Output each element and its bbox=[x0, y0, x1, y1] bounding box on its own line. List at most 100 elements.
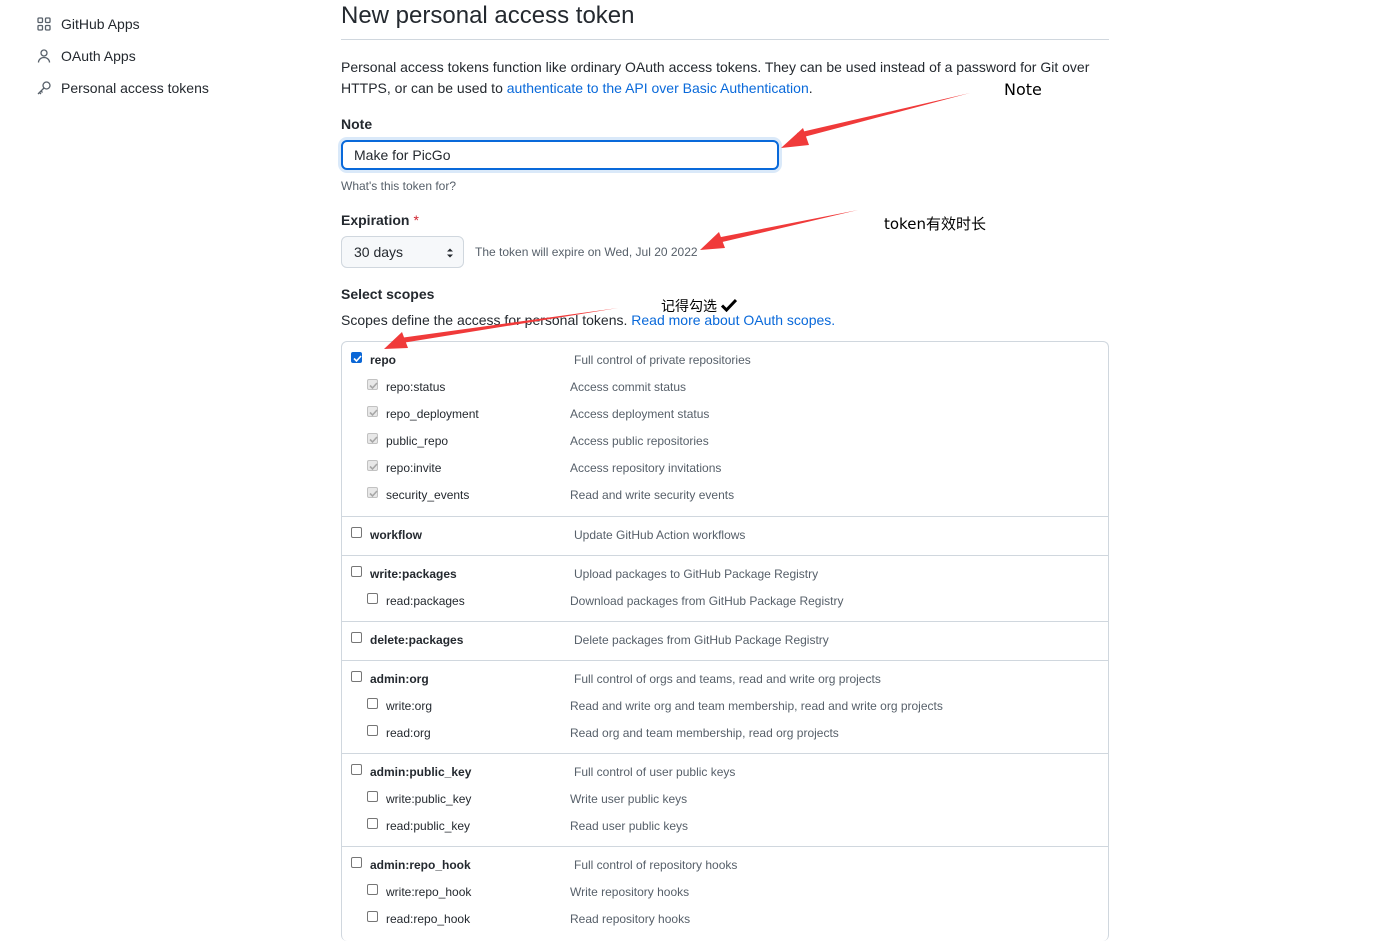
scope-sub-name: write:repo_hook bbox=[386, 885, 472, 899]
scope-row: workflow Update GitHub Action workflows bbox=[342, 527, 1108, 554]
scope-group-admin-repo-hook: admin:repo_hook Full control of repositor… bbox=[342, 846, 1108, 940]
scope-group-admin-org: admin:org Full control of orgs and teams,… bbox=[342, 660, 1108, 754]
arrow-to-expiration bbox=[700, 210, 858, 250]
scope-group-delete-packages: delete:packages Delete packages from GitH… bbox=[342, 621, 1108, 661]
expiration-label: Expiration * bbox=[341, 212, 419, 228]
page-title: New personal access token bbox=[341, 0, 1109, 40]
arrow-to-note bbox=[781, 93, 970, 148]
scope-sub-checkbox[interactable] bbox=[367, 884, 378, 895]
scope-description: Read org and team membership, read org p… bbox=[570, 726, 839, 740]
sidebar-item-github-apps[interactable]: GitHub Apps bbox=[36, 8, 296, 40]
scope-description: Access deployment status bbox=[570, 407, 710, 421]
key-icon bbox=[36, 80, 52, 96]
scope-sub-row: public_repo Access public repositories bbox=[342, 433, 1108, 460]
scope-checkbox[interactable] bbox=[351, 566, 362, 577]
scope-sub-row: security_events Read and write security e… bbox=[342, 487, 1108, 514]
scope-name: admin:repo_hook bbox=[370, 858, 471, 872]
scope-sub-row: write:repo_hook Write repository hooks bbox=[342, 884, 1108, 911]
scope-sub-row: repo_deployment Access deployment status bbox=[342, 406, 1108, 433]
scope-name: write:packages bbox=[370, 567, 457, 581]
scope-sub-row: read:packages Download packages from GitH… bbox=[342, 593, 1108, 620]
scope-sub-name: read:org bbox=[386, 726, 431, 740]
scope-sub-checkbox bbox=[367, 433, 378, 444]
scope-description: Delete packages from GitHub Package Regi… bbox=[574, 633, 829, 647]
scope-group-write-packages: write:packages Upload packages to GitHub … bbox=[342, 555, 1108, 622]
scope-sub-name: read:repo_hook bbox=[386, 912, 471, 926]
sidebar-item-label: GitHub Apps bbox=[61, 16, 140, 32]
scope-description: Full control of repository hooks bbox=[574, 858, 738, 872]
annotation-note: Note bbox=[1004, 80, 1042, 99]
scope-sub-checkbox bbox=[367, 406, 378, 417]
scope-description: Access repository invitations bbox=[570, 461, 722, 475]
scope-sub-checkbox bbox=[367, 487, 378, 498]
scope-sub-row: read:public_key Read user public keys bbox=[342, 818, 1108, 845]
scope-description: Upload packages to GitHub Package Regist… bbox=[574, 567, 819, 581]
select-caret-icon bbox=[445, 245, 455, 264]
scope-sub-checkbox[interactable] bbox=[367, 911, 378, 922]
scope-name: delete:packages bbox=[370, 633, 464, 647]
scope-sub-name: repo:status bbox=[386, 380, 446, 394]
scope-sub-checkbox[interactable] bbox=[367, 818, 378, 829]
basic-auth-link[interactable]: authenticate to the API over Basic Authe… bbox=[507, 80, 809, 96]
person-icon bbox=[36, 48, 52, 64]
expiration-note: The token will expire on Wed, Jul 20 202… bbox=[475, 245, 698, 259]
annotation-check: 记得勾选 bbox=[661, 296, 738, 316]
sidebar-item-oauth-apps[interactable]: OAuth Apps bbox=[36, 40, 296, 72]
scope-row: write:packages Upload packages to GitHub … bbox=[342, 566, 1108, 593]
scope-sub-checkbox[interactable] bbox=[367, 593, 378, 604]
scope-sub-row: write:public_key Write user public keys bbox=[342, 791, 1108, 818]
scope-sub-name: read:public_key bbox=[386, 819, 471, 833]
scope-sub-row: write:org Read and write org and team mem… bbox=[342, 698, 1108, 725]
scope-group-repo: repo Full control of private repositories… bbox=[342, 342, 1108, 516]
scope-sub-checkbox[interactable] bbox=[367, 791, 378, 802]
expiration-selected-value: 30 days bbox=[354, 244, 404, 260]
note-label: Note bbox=[341, 116, 373, 132]
expiration-select[interactable]: 30 days bbox=[341, 236, 464, 268]
scope-sub-name: security_events bbox=[386, 488, 470, 502]
scope-checkbox[interactable] bbox=[351, 671, 362, 682]
scope-sub-name: repo_deployment bbox=[386, 407, 479, 421]
scopes-desc-text: Scopes define the access for personal to… bbox=[341, 312, 632, 328]
scope-description: Full control of orgs and teams, read and… bbox=[574, 672, 881, 686]
scope-sub-checkbox[interactable] bbox=[367, 698, 378, 709]
sidebar-item-label: Personal access tokens bbox=[61, 80, 209, 96]
scope-sub-name: write:org bbox=[386, 699, 433, 713]
scope-row: admin:public_key Full control of user pub… bbox=[342, 764, 1108, 791]
scope-sub-checkbox[interactable] bbox=[367, 725, 378, 736]
sidebar-item-personal-access-tokens[interactable]: Personal access tokens bbox=[36, 72, 296, 104]
scope-description: Read and write org and team membership, … bbox=[570, 699, 943, 713]
scope-checkbox[interactable] bbox=[351, 857, 362, 868]
scope-checkbox[interactable] bbox=[351, 527, 362, 538]
scope-name: repo bbox=[370, 353, 397, 367]
scope-checkbox[interactable] bbox=[351, 764, 362, 775]
settings-sidebar: GitHub Apps OAuth Apps Personal access t… bbox=[36, 8, 296, 104]
expiration-label-text: Expiration bbox=[341, 212, 410, 228]
intro-paragraph: Personal access tokens function like ord… bbox=[341, 57, 1109, 99]
scope-description: Access commit status bbox=[570, 380, 687, 394]
note-hint: What's this token for? bbox=[341, 179, 457, 193]
scope-group-admin-public-key: admin:public_key Full control of user pub… bbox=[342, 753, 1108, 847]
scope-description: Full control of private repositories bbox=[574, 353, 751, 367]
apps-grid-icon bbox=[36, 16, 52, 32]
scope-description: Write repository hooks bbox=[570, 885, 690, 899]
scope-row: repo Full control of private repositories bbox=[342, 352, 1108, 379]
scope-name: admin:public_key bbox=[370, 765, 472, 779]
select-scopes-label: Select scopes bbox=[341, 286, 435, 302]
scope-name: workflow bbox=[370, 528, 423, 542]
main-content: New personal access token Personal acces… bbox=[341, 0, 1109, 941]
intro-end: . bbox=[808, 80, 813, 96]
scope-sub-name: read:packages bbox=[386, 594, 465, 608]
scopes-list: repo Full control of private repositories… bbox=[341, 341, 1109, 941]
scopes-description: Scopes define the access for personal to… bbox=[341, 312, 835, 328]
scope-sub-name: write:public_key bbox=[386, 792, 472, 806]
note-input[interactable] bbox=[341, 140, 779, 170]
scope-checkbox[interactable] bbox=[351, 352, 362, 363]
scope-description: Write user public keys bbox=[570, 792, 688, 806]
scope-description: Download packages from GitHub Package Re… bbox=[570, 594, 844, 608]
scope-sub-row: read:org Read org and team membership, re… bbox=[342, 725, 1108, 752]
scope-sub-row: repo:status Access commit status bbox=[342, 379, 1108, 406]
scope-group-workflow: workflow Update GitHub Action workflows bbox=[342, 516, 1108, 556]
scope-description: Full control of user public keys bbox=[574, 765, 736, 779]
scope-checkbox[interactable] bbox=[351, 632, 362, 643]
scope-description: Read and write security events bbox=[570, 488, 735, 502]
